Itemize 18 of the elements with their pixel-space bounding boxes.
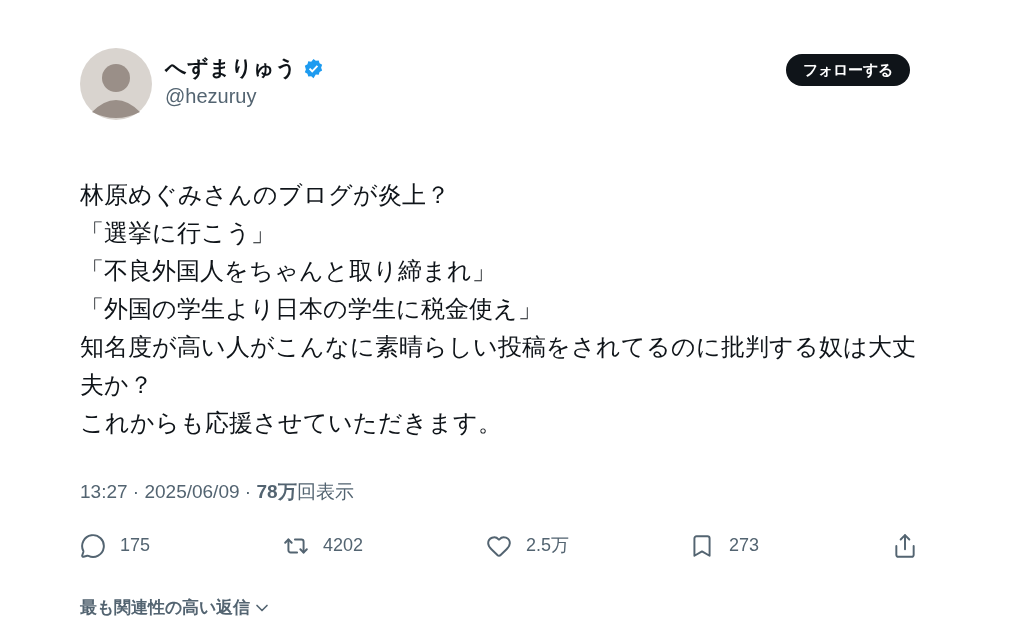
post-text-line: 知名度が高い人がこんなに素晴らしい投稿をされてるのに批判する奴は大丈夫か？ [80,333,917,400]
action-count: 273 [729,534,760,557]
action-count: 175 [120,534,151,557]
user-handle[interactable]: @hezuruy [165,82,324,110]
display-name[interactable]: へずまりゅう [165,54,297,82]
post-text-line: 「外国の学生より日本の学生に税金使え」 [80,295,543,324]
post-text-line: 「選挙に行こう」 [80,219,276,248]
follow-button[interactable]: フォローする [786,54,910,86]
avatar[interactable] [80,48,152,120]
action-count: 2.5万 [526,534,570,557]
post-meta: 13:27 · 2025/06/09 · 78万回表示 [80,480,355,504]
reply-sort-dropdown[interactable]: 最も関連性の高い返信 [80,595,272,620]
speech-bubble-icon[interactable] [80,532,106,559]
post-text-line: これからも応援させていただきます。 [80,409,503,438]
post-text-line: 林原めぐみさんのブログが炎上？ [80,181,451,210]
action-count: 4202 [323,534,364,557]
share-icon[interactable] [892,532,918,559]
post-text-line: 「不良外国人をちゃんと取り締まれ」 [80,257,497,286]
